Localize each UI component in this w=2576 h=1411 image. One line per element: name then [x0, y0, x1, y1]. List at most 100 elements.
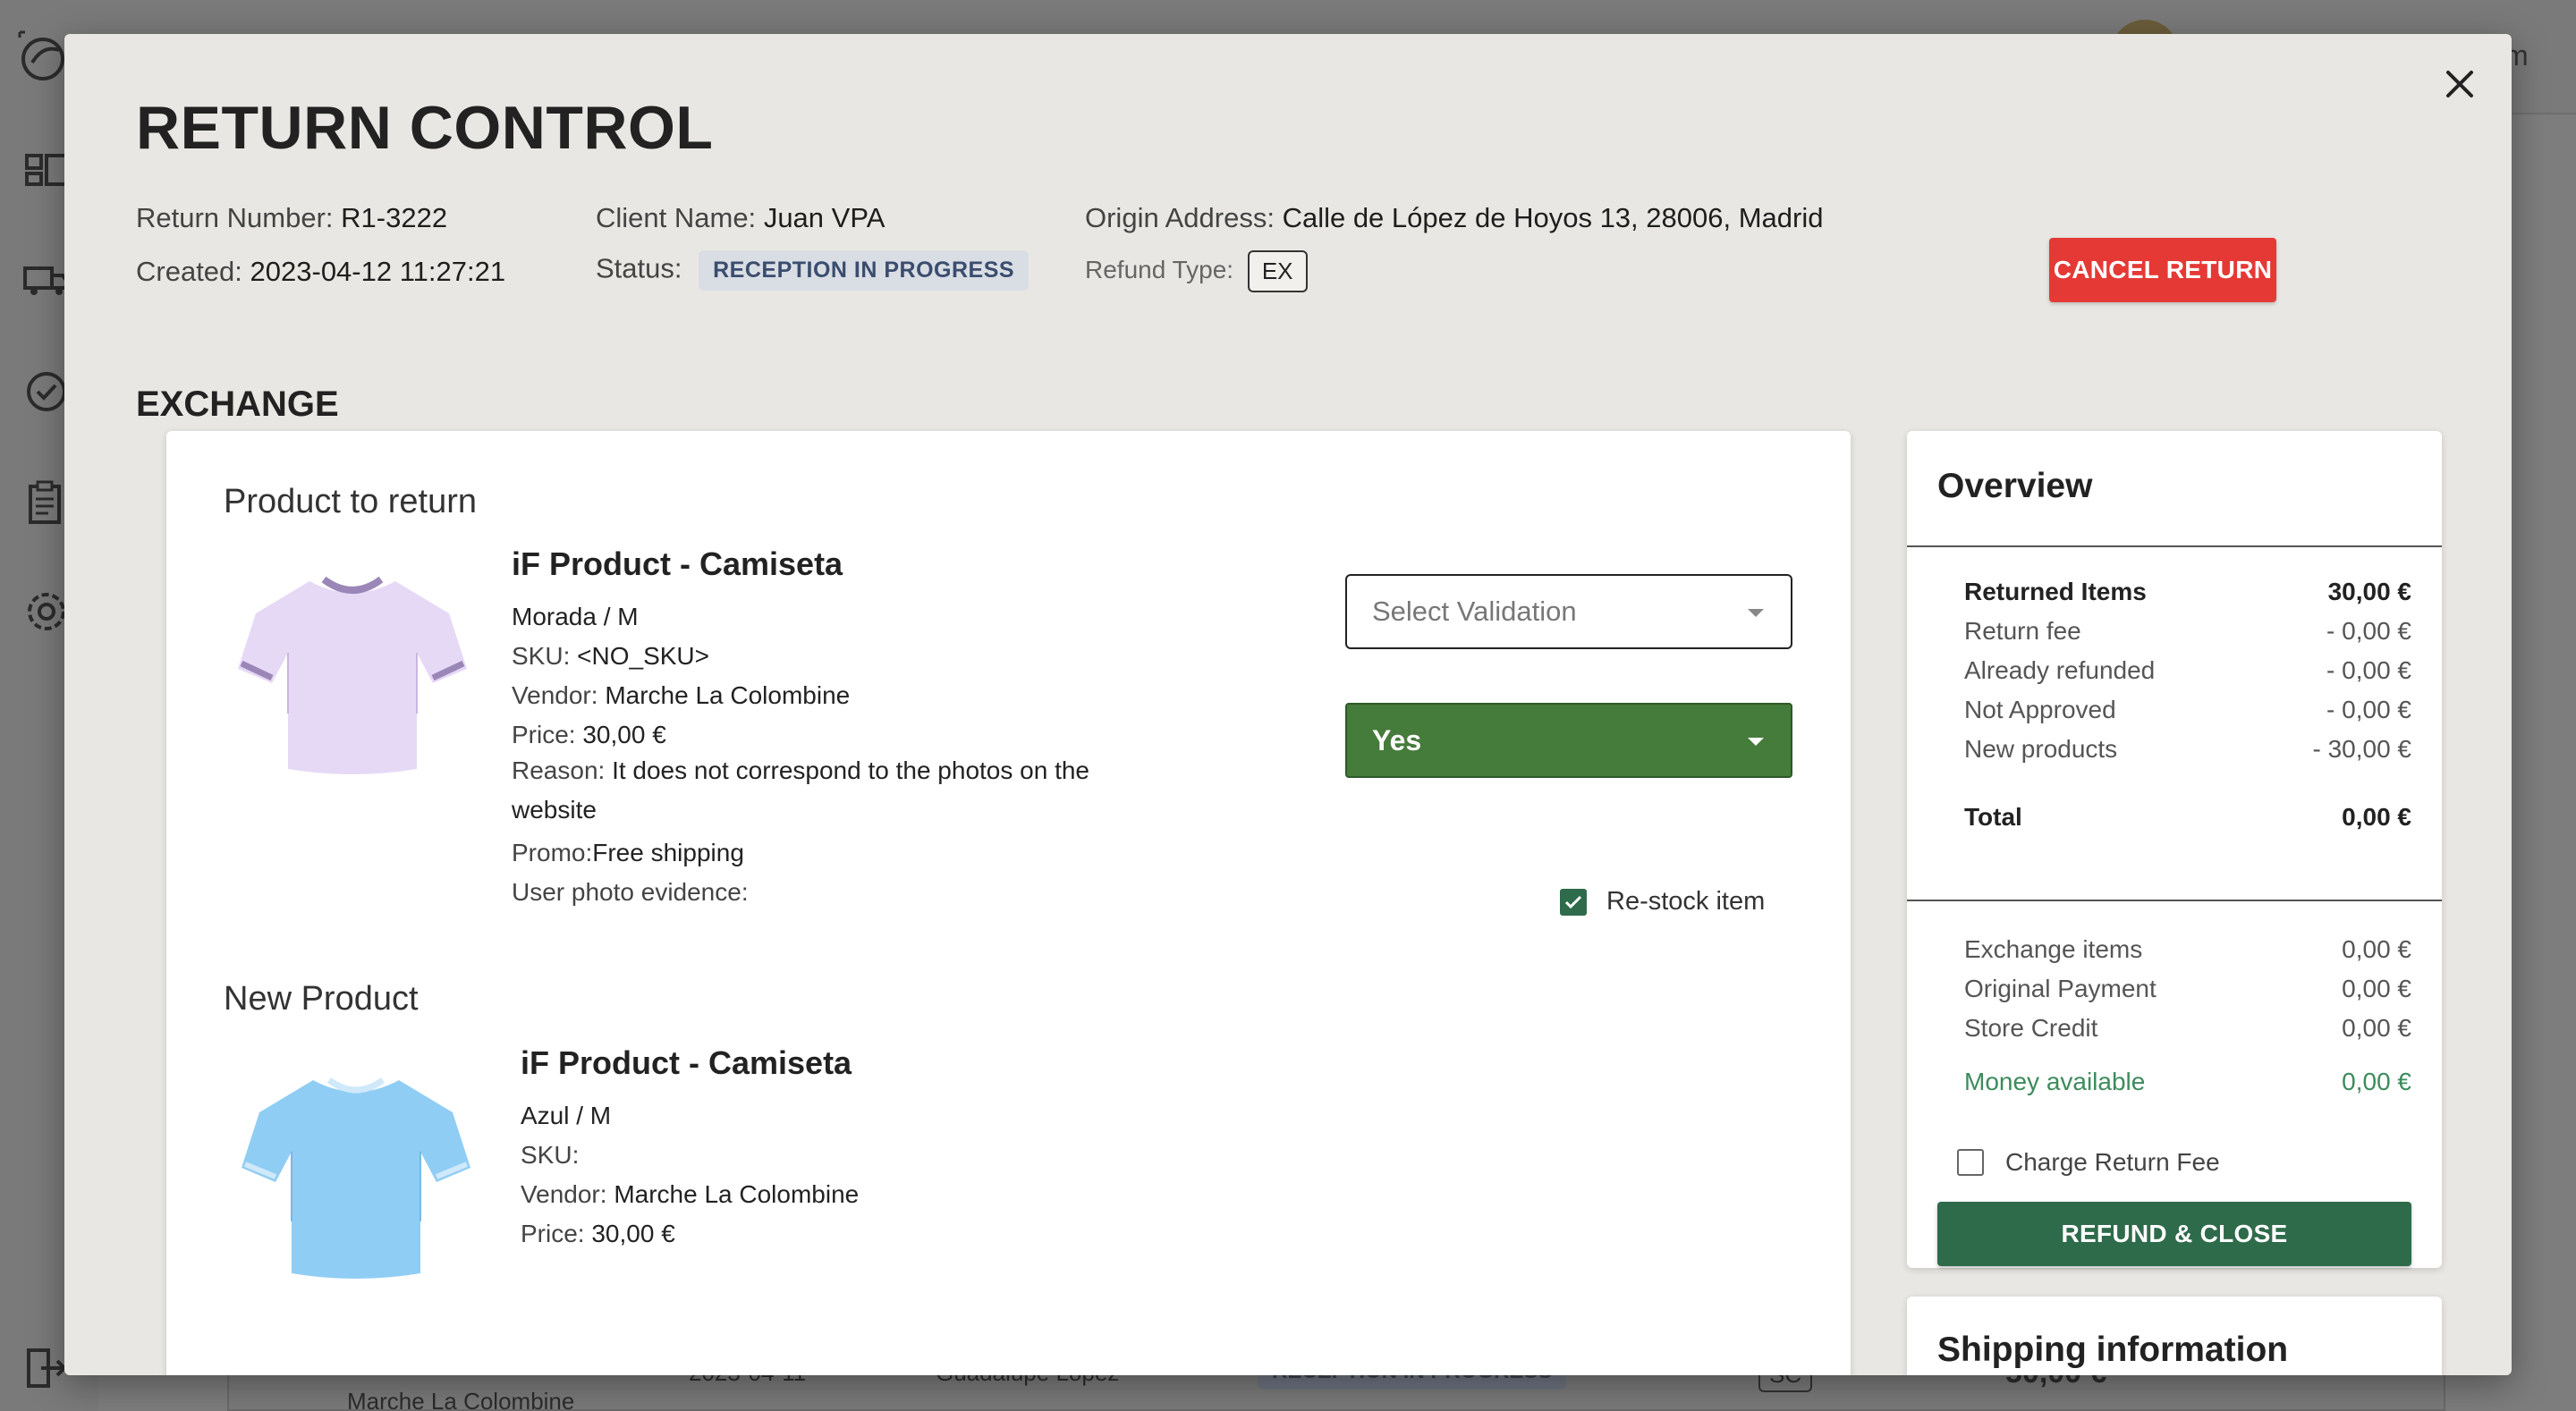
returned-product-name: iF Product - Camiseta [512, 545, 843, 582]
section-title-exchange: EXCHANGE [136, 384, 339, 424]
overview-row-value: 0,00 € [2342, 935, 2411, 963]
created-label: Created: [136, 256, 242, 287]
returned-product-price: Price: 30,00 € [512, 721, 666, 749]
overview-card: Overview Returned Items 30,00 € Return f… [1907, 431, 2442, 1268]
origin-address: Origin Address: Calle de López de Hoyos … [1085, 202, 1823, 234]
new-product-variant: Azul / M [521, 1102, 612, 1129]
charge-return-fee-label: Charge Return Fee [2005, 1148, 2220, 1176]
overview-row-label: Exchange items [1964, 935, 2143, 963]
overview-row-label: Already refunded [1964, 656, 2156, 684]
overview-row-value: - 0,00 € [2326, 656, 2411, 684]
status: Status: RECEPTION IN PROGRESS [596, 250, 1030, 291]
status-badge: RECEPTION IN PROGRESS [699, 250, 1030, 291]
overview-row-return-fee: Return fee - 0,00 € [1964, 617, 2411, 646]
returned-product-variant: Morada / M [512, 603, 639, 630]
refund-and-close-button[interactable]: REFUND & CLOSE [1937, 1202, 2411, 1266]
restock-item-checkbox[interactable]: Re-stock item [1560, 887, 1765, 917]
vendor-label: Vendor: [512, 681, 598, 709]
client-name-label: Client Name: [596, 202, 757, 233]
return-number-value: R1-3222 [341, 202, 448, 233]
status-label: Status: [596, 252, 682, 284]
overview-row-original-payment: Original Payment 0,00 € [1964, 975, 2411, 1003]
client-name: Client Name: Juan VPA [596, 202, 885, 234]
price-label: Price: [512, 721, 576, 748]
origin-address-label: Origin Address: [1085, 202, 1275, 233]
returned-product-promo: Promo:Free shipping [512, 839, 744, 867]
overview-row-label: Return fee [1964, 617, 2081, 645]
returned-product-vendor: Vendor: Marche La Colombine [512, 681, 850, 710]
close-icon [2446, 71, 2473, 97]
money-available-value: 0,00 € [2342, 1068, 2411, 1095]
origin-address-value: Calle de López de Hoyos 13, 28006, Madri… [1282, 202, 1824, 233]
product-to-return-heading: Product to return [224, 483, 478, 520]
overview-row-returned-items: Returned Items 30,00 € [1964, 578, 2411, 606]
new-product-price: Price: 30,00 € [521, 1220, 675, 1248]
new-product-vendor: Vendor: Marche La Colombine [521, 1180, 859, 1209]
return-number: Return Number: R1-3222 [136, 202, 447, 234]
price-value: 30,00 € [591, 1220, 675, 1247]
refund-type-label: Refund Type: [1085, 255, 1234, 283]
promo-value: Free shipping [592, 839, 744, 866]
overview-row-already-refunded: Already refunded - 0,00 € [1964, 656, 2411, 685]
approval-selected-value: Yes [1372, 723, 1422, 756]
sku-label: SKU: [512, 642, 571, 670]
overview-row-value: 0,00 € [2342, 975, 2411, 1002]
client-name-value: Juan VPA [763, 202, 886, 233]
chevron-down-icon [1748, 609, 1764, 617]
vendor-label: Vendor: [521, 1180, 607, 1208]
overview-row-value: - 0,00 € [2326, 696, 2411, 723]
overview-title: Overview [1937, 467, 2093, 505]
approval-dropdown[interactable]: Yes [1345, 703, 1792, 778]
user-photo-evidence-label: User photo evidence: [512, 878, 749, 906]
new-product-sku: SKU: [521, 1141, 579, 1170]
overview-divider [1907, 900, 2442, 901]
checkbox-unchecked-icon[interactable] [1957, 1149, 1984, 1176]
charge-return-fee-checkbox[interactable]: Charge Return Fee [1957, 1148, 2220, 1177]
reason-label: Reason: [512, 756, 606, 784]
price-value: 30,00 € [582, 721, 666, 748]
return-control-modal: RETURN CONTROL Return Number: R1-3222 Cr… [64, 34, 2512, 1375]
select-validation-placeholder: Select Validation [1372, 596, 1577, 627]
overview-divider [1907, 545, 2442, 547]
overview-row-not-approved: Not Approved - 0,00 € [1964, 696, 2411, 724]
overview-row-label: Returned Items [1964, 578, 2147, 605]
created-value: 2023-04-12 11:27:21 [250, 256, 506, 287]
overview-row-value: - 30,00 € [2312, 735, 2411, 763]
shipping-information-title: Shipping information [1937, 1331, 2289, 1369]
select-validation-dropdown[interactable]: Select Validation [1345, 574, 1792, 649]
return-number-label: Return Number: [136, 202, 334, 233]
shipping-information-card: Shipping information [1907, 1297, 2442, 1375]
price-label: Price: [521, 1220, 585, 1247]
row-vendor: Marche La Colombine [347, 1388, 575, 1411]
returned-product-sku: SKU: <NO_SKU> [512, 642, 709, 671]
overview-row-value: 30,00 € [2327, 578, 2411, 605]
refund-type-badge: EX [1247, 250, 1308, 292]
vendor-value: Marche La Colombine [605, 681, 851, 709]
overview-row-value: - 0,00 € [2326, 617, 2411, 645]
overview-row-store-credit: Store Credit 0,00 € [1964, 1014, 2411, 1043]
new-product-name: iF Product - Camiseta [521, 1044, 852, 1081]
products-card: Product to return iF Product - Camiseta … [166, 431, 1851, 1375]
page-title: RETURN CONTROL [136, 94, 714, 162]
checkbox-checked-icon[interactable] [1560, 888, 1587, 916]
close-button[interactable] [2435, 59, 2485, 109]
overview-row-label: New products [1964, 735, 2118, 763]
sku-label: SKU: [521, 1141, 580, 1169]
overview-row-value: 0,00 € [2342, 1014, 2411, 1042]
chevron-down-icon [1748, 738, 1764, 746]
overview-row-label: Original Payment [1964, 975, 2157, 1002]
overview-row-exchange-items: Exchange items 0,00 € [1964, 935, 2411, 964]
created-date: Created: 2023-04-12 11:27:21 [136, 256, 505, 288]
cancel-return-button[interactable]: CANCEL RETURN [2049, 238, 2276, 302]
sku-value: <NO_SKU> [577, 642, 709, 670]
restock-item-label: Re-stock item [1606, 887, 1766, 916]
overview-total-label: Total [1964, 803, 2022, 831]
overview-row-label: Store Credit [1964, 1014, 2098, 1042]
overview-row-new-products: New products - 30,00 € [1964, 735, 2411, 764]
promo-label: Promo: [512, 839, 593, 866]
overview-total-value: 0,00 € [2342, 803, 2411, 831]
money-available-label: Money available [1964, 1068, 2146, 1095]
vendor-value: Marche La Colombine [614, 1180, 860, 1208]
overview-row-total: Total 0,00 € [1964, 803, 2411, 832]
returned-shirt-image [238, 576, 467, 774]
